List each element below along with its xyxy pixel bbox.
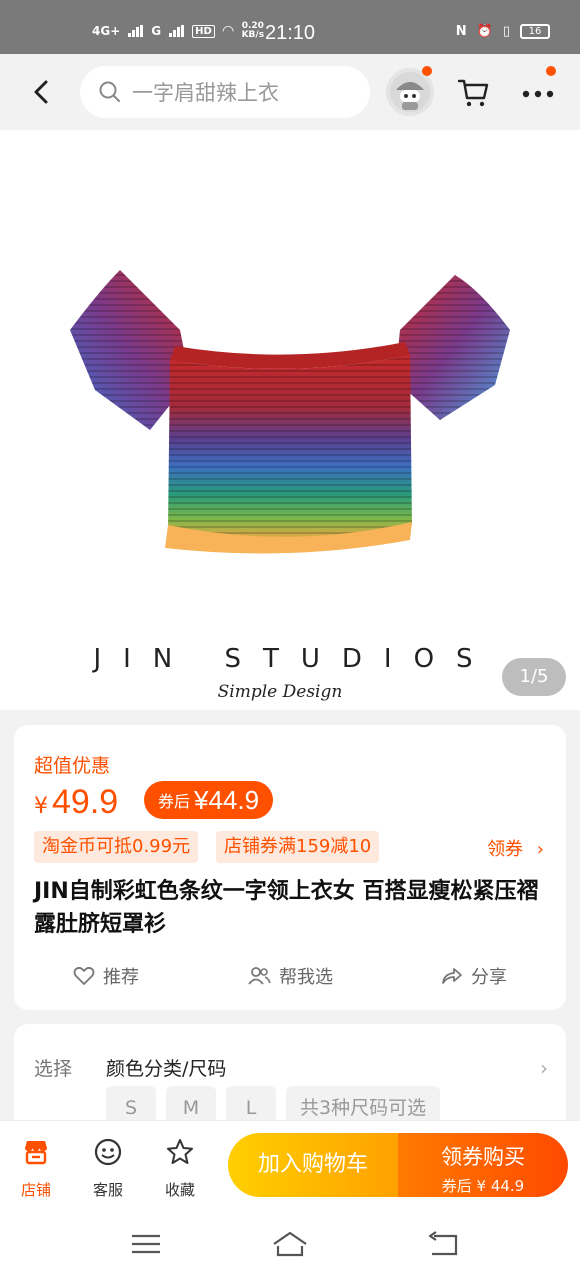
brand-watermark: JIN STUDIOS (93, 644, 495, 674)
brand-tagline: Simple Design (217, 682, 343, 702)
share-icon (442, 968, 462, 984)
more-icon[interactable] (518, 74, 558, 110)
vibrate-icon: ▯ (502, 24, 510, 39)
store-icon (25, 1141, 47, 1165)
favorite-button[interactable]: 收藏 (150, 1137, 210, 1200)
system-nav-bar (0, 1212, 580, 1276)
selection-label: 选择 (34, 1058, 73, 1080)
currency-symbol: ¥ (34, 794, 48, 819)
back-arrow-icon[interactable] (30, 78, 54, 106)
service-button[interactable]: 客服 (78, 1137, 138, 1200)
add-to-cart-button[interactable]: 加入购物车 (228, 1133, 398, 1197)
service-label: 客服 (92, 1181, 123, 1199)
nfc-icon: N (455, 24, 467, 39)
status-right: N ⏰ ▯ 16 (456, 24, 550, 39)
menu-icon[interactable] (126, 1230, 166, 1258)
heart-icon (73, 966, 95, 985)
product-info-card: 超值优惠 ¥ 49.9 券后 ¥44.9 淘金币可抵0.99元 店铺券满159减… (14, 725, 566, 1010)
avatar-notification-dot (422, 66, 432, 76)
chevron-right-icon: › (540, 1056, 548, 1080)
product-actions: 推荐 帮我选 分享 (14, 963, 566, 989)
buy-sub-price: 券后 ¥ 44.9 (441, 1177, 525, 1195)
search-placeholder: 一字肩甜辣上衣 (132, 81, 279, 105)
buy-label: 领券购买 (441, 1145, 525, 1169)
price: ¥ 49.9 (34, 783, 118, 822)
home-icon[interactable] (270, 1230, 310, 1258)
top-header: 一字肩甜辣上衣 (0, 54, 580, 130)
status-bar: 4G+ G HD ◠ 0.20 KB/s 21:10 N ⏰ ▯ 16 (0, 0, 580, 54)
get-coupon-label: 领券 (487, 839, 524, 860)
people-icon (248, 967, 271, 985)
store-label: 店铺 (20, 1181, 51, 1199)
chevron-right-icon: › (536, 839, 544, 860)
star-icon (167, 1139, 193, 1164)
price-value: 49.9 (52, 783, 119, 821)
more-notification-dot (546, 66, 556, 76)
bottom-action-bar: 店铺 客服 收藏 加入购物车 领券购买 券后 ¥ 44.9 (0, 1120, 580, 1212)
back-icon[interactable] (424, 1230, 464, 1258)
search-icon (99, 81, 120, 102)
alarm-icon: ⏰ (476, 24, 493, 39)
recommend-label: 推荐 (103, 967, 139, 988)
battery-icon: 16 (520, 24, 550, 39)
buy-with-coupon-button[interactable]: 领券购买 券后 ¥ 44.9 (398, 1133, 568, 1197)
coupon-price-value: ¥44.9 (194, 784, 260, 815)
coupon-price-prefix: 券后 (158, 792, 191, 811)
store-button[interactable]: 店铺 (6, 1137, 66, 1200)
search-bar[interactable]: 一字肩甜辣上衣 (80, 66, 370, 118)
help-choose-label: 帮我选 (279, 967, 333, 988)
share-button[interactable]: 分享 (382, 963, 566, 989)
product-title: JIN自制彩虹色条纹一字领上衣女 百搭显瘦松紧压褶露肚脐短罩衫 (34, 879, 539, 937)
help-choose-button[interactable]: 帮我选 (198, 963, 382, 989)
coin-discount-tag[interactable]: 淘金币可抵0.99元 (34, 831, 199, 863)
deal-label: 超值优惠 (34, 755, 111, 777)
share-label: 分享 (471, 967, 507, 988)
customer-service-icon (94, 1138, 122, 1166)
favorite-label: 收藏 (164, 1181, 195, 1199)
product-image-gallery[interactable]: JIN STUDIOS Simple Design 1/5 (0, 130, 580, 710)
store-coupon-tag[interactable]: 店铺券满159减10 (216, 831, 380, 863)
selection-value: 颜色分类/尺码 (106, 1058, 227, 1080)
selection-card[interactable]: 选择 颜色分类/尺码 › S M L 共3种尺码可选 (14, 1024, 566, 1134)
recommend-button[interactable]: 推荐 (14, 963, 198, 989)
image-pager: 1/5 (502, 658, 566, 696)
coupon-price-badge: 券后 ¥44.9 (144, 781, 274, 819)
product-image (70, 270, 510, 554)
cart-icon[interactable] (456, 74, 490, 110)
get-coupon-link[interactable]: 领券 › (487, 835, 544, 861)
